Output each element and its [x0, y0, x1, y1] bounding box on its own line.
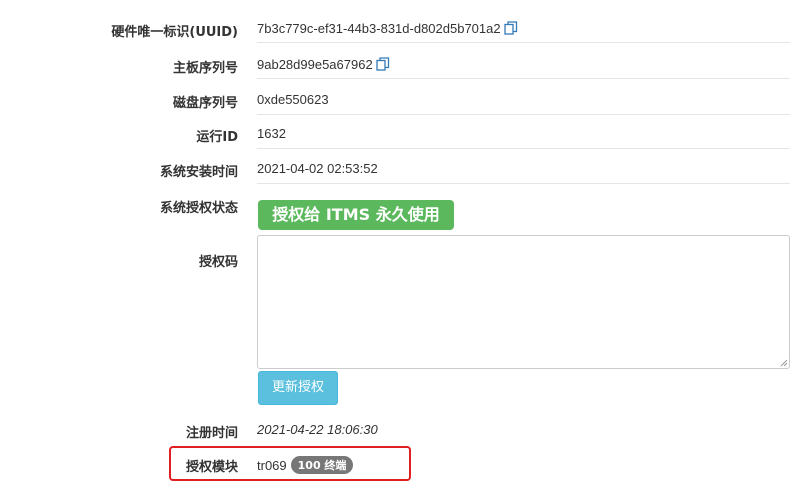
board-serial-value-group: 9ab28d99e5a67962 [257, 57, 390, 74]
register-time-label: 注册时间 [185, 426, 238, 441]
license-module-value: tr069 [257, 458, 287, 473]
uuid-label: 硬件唯一标识(UUID) [111, 25, 238, 40]
license-module-label: 授权模块 [185, 460, 238, 475]
terminal-count-badge: 100 终端 [290, 456, 354, 474]
license-module-value-group: tr069 100 终端 [257, 456, 354, 474]
divider [257, 114, 790, 115]
board-serial-value: 9ab28d99e5a67962 [257, 57, 373, 72]
divider [257, 42, 790, 43]
copy-icon[interactable] [503, 21, 518, 38]
install-time-label: 系统安装时间 [159, 165, 238, 180]
license-status-badge: 授权给 ITMS 永久使用 [258, 200, 454, 230]
register-time-value: 2021-04-22 18:06:30 [257, 422, 378, 437]
uuid-value-group: 7b3c779c-ef31-44b3-831d-d802d5b701a2 [257, 21, 518, 38]
run-id-label: 运行ID [196, 130, 238, 145]
license-code-label: 授权码 [198, 255, 238, 270]
uuid-value: 7b3c779c-ef31-44b3-831d-d802d5b701a2 [257, 21, 501, 36]
copy-icon[interactable] [376, 57, 390, 74]
update-license-button[interactable]: 更新授权 [258, 371, 338, 405]
run-id-value: 1632 [257, 126, 286, 141]
install-time-value: 2021-04-02 02:53:52 [257, 161, 378, 176]
resize-handle-icon[interactable] [778, 357, 788, 367]
disk-serial-value: 0xde550623 [257, 92, 329, 107]
divider [257, 183, 790, 184]
divider [257, 148, 790, 149]
board-serial-label: 主板序列号 [172, 61, 238, 76]
license-status-label: 系统授权状态 [159, 201, 238, 216]
license-code-input[interactable] [257, 235, 790, 369]
divider [257, 78, 790, 79]
disk-serial-label: 磁盘序列号 [172, 96, 238, 111]
